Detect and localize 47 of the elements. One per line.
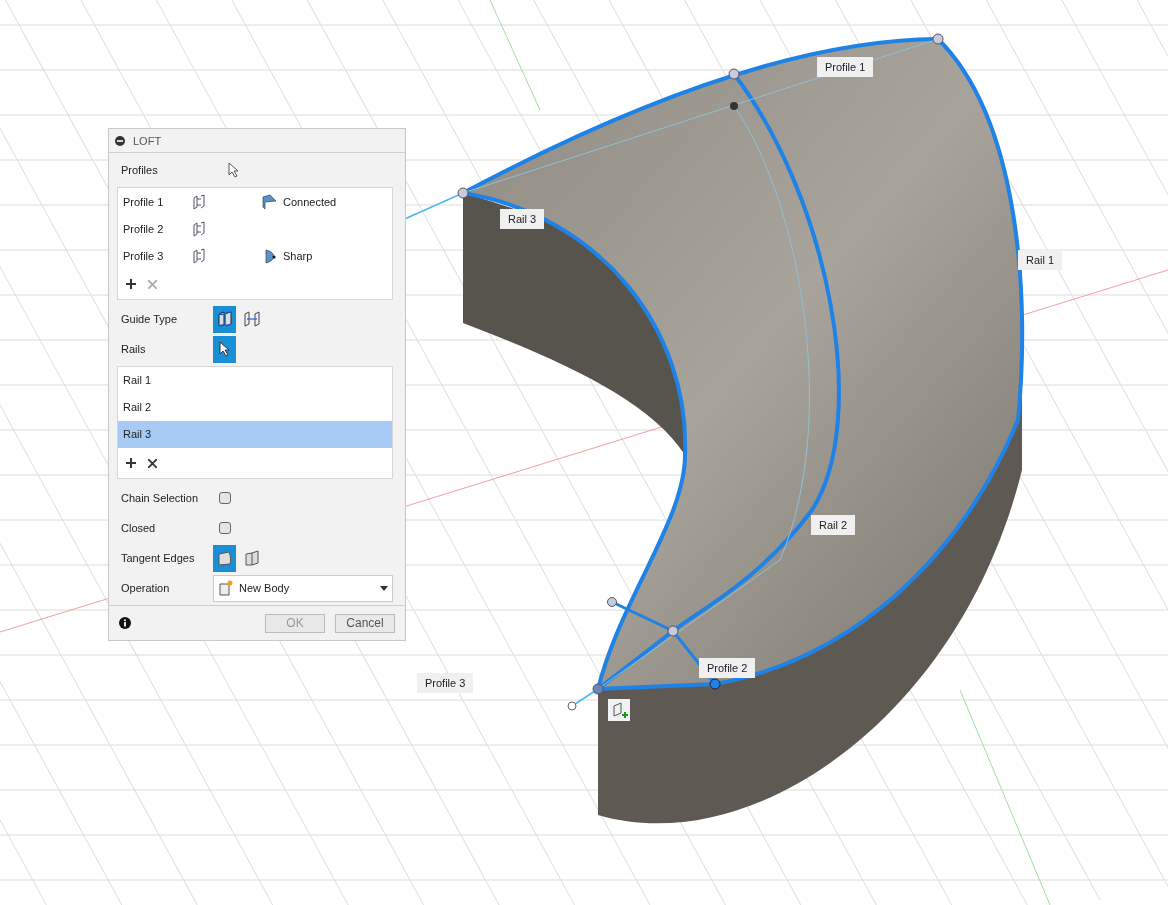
centerline-icon: [242, 310, 261, 328]
direction-icon[interactable]: [191, 193, 207, 210]
direction-icon[interactable]: [191, 247, 207, 264]
closed-checkbox[interactable]: [219, 522, 231, 534]
callout-label: Profile 3: [417, 673, 474, 693]
rail-item[interactable]: Rail 1: [118, 367, 392, 394]
split-face-icon: [242, 549, 261, 567]
smooth-face-icon: [215, 549, 234, 567]
profile-item[interactable]: Profile 3: [123, 249, 191, 262]
rail-item[interactable]: Rail 3: [118, 421, 392, 448]
pointer-icon: [217, 341, 232, 357]
pointer-icon[interactable]: [227, 162, 241, 178]
profile-item[interactable]: Profile 2: [123, 222, 191, 235]
rails-guide-button[interactable]: [213, 305, 236, 333]
condition-label: Sharp: [283, 249, 313, 262]
direction-icon[interactable]: [191, 220, 207, 237]
add-icon[interactable]: [126, 279, 136, 289]
operation-dropdown[interactable]: New Body: [213, 574, 393, 602]
collapse-icon[interactable]: [115, 135, 125, 146]
add-icon[interactable]: [126, 458, 136, 468]
new-body-icon: [218, 580, 234, 596]
select-rails-button[interactable]: [213, 335, 236, 363]
callout-label: Rail 2: [811, 515, 856, 535]
chain-selection-checkbox[interactable]: [219, 492, 231, 504]
callout-label: Profile 2: [699, 658, 756, 678]
info-icon[interactable]: [119, 617, 131, 629]
callout-label: Profile 1: [817, 57, 874, 77]
caret-icon: [380, 585, 388, 591]
rails-icon: [215, 310, 234, 328]
profile-item[interactable]: Profile 1: [123, 195, 191, 208]
remove-icon[interactable]: [148, 458, 157, 468]
tangent-edges-label: Tangent Edges: [120, 552, 196, 564]
operation-label: Operation: [120, 582, 171, 594]
rail-item[interactable]: Rail 2: [118, 394, 392, 421]
callout-label: Rail 1: [1018, 250, 1063, 270]
merge-edges-button[interactable]: [213, 544, 236, 572]
profiles-label: Profiles: [120, 164, 159, 176]
guide-type-label: Guide Type: [120, 313, 179, 325]
condition-label: Connected: [283, 195, 337, 208]
connected-icon[interactable]: [261, 193, 277, 210]
callout-label: Rail 3: [500, 209, 545, 229]
dialog-title: LOFT: [133, 134, 162, 147]
dialog-button[interactable]: Cancel: [335, 613, 395, 633]
add-profile-icon[interactable]: [608, 699, 630, 721]
closed-label: Closed: [120, 522, 157, 534]
chain-selection-label: Chain Selection: [120, 492, 200, 504]
rails-label: Rails: [120, 343, 147, 355]
